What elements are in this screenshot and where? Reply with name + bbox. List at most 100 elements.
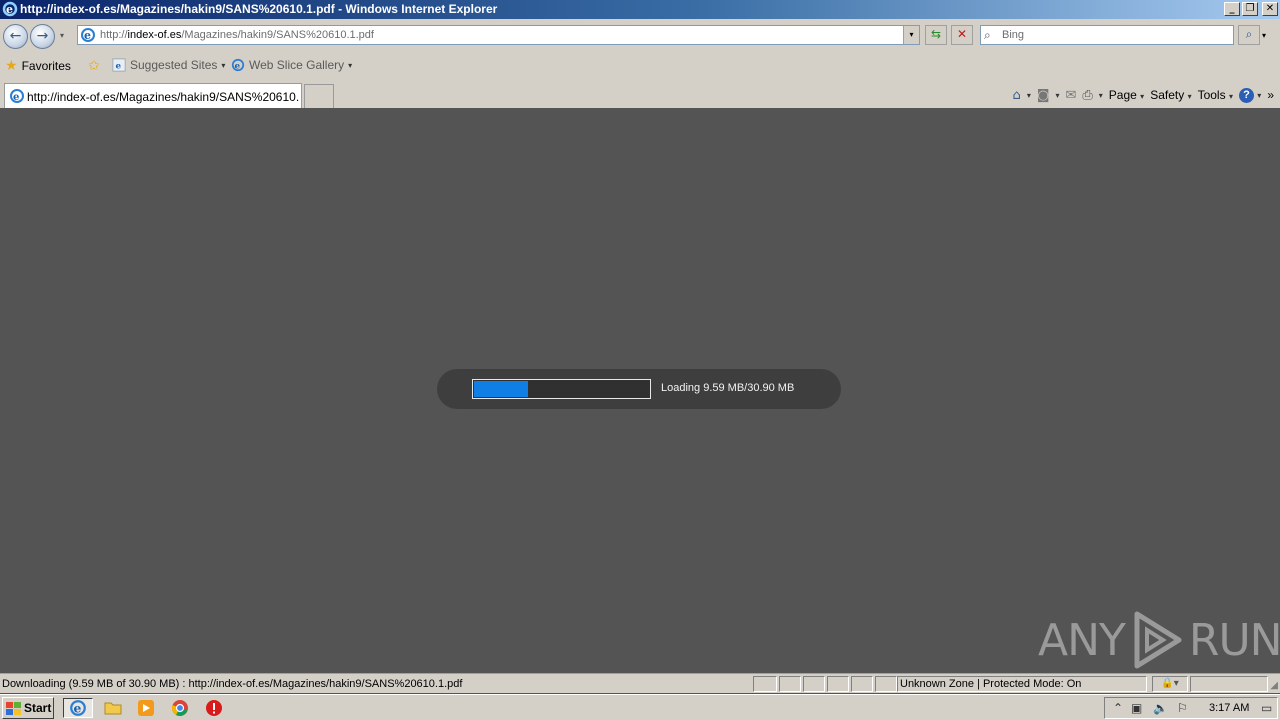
svg-text:e: e: [74, 701, 82, 716]
web-slice-gallery-label: Web Slice Gallery: [249, 58, 345, 72]
address-dropdown-button[interactable]: ▾: [903, 26, 919, 44]
tab-active[interactable]: e http://index-of.es/Magazines/hakin9/SA…: [4, 83, 302, 108]
safety-menu[interactable]: Safety ▾: [1150, 88, 1191, 102]
play-triangle-icon: [1134, 611, 1182, 669]
forward-arrow-icon: →: [36, 28, 49, 44]
favorites-star-icon: ★: [5, 58, 18, 74]
svg-text:e: e: [235, 62, 241, 72]
ie-logo-icon: e: [2, 1, 18, 17]
refresh-button[interactable]: ⇆: [925, 25, 947, 45]
home-icon[interactable]: ⌂: [1013, 88, 1021, 103]
search-box[interactable]: ⌕ Bing: [980, 25, 1234, 45]
status-cell: [779, 676, 801, 692]
page-caret-icon: ▾: [1140, 92, 1145, 101]
read-mail-icon[interactable]: ✉: [1065, 88, 1076, 103]
url-domain: index-of.es: [127, 29, 182, 41]
print-caret-icon[interactable]: ▾: [1099, 91, 1103, 100]
action-center-flag-icon[interactable]: ⚐: [1177, 701, 1188, 715]
rss-caret-icon[interactable]: ▾: [1055, 91, 1059, 100]
anyrun-watermark: ANY RUN: [1038, 610, 1280, 670]
status-cell: [827, 676, 849, 692]
suggested-sites-label: Suggested Sites: [130, 58, 218, 72]
svg-text:e: e: [6, 3, 13, 16]
favorites-label: Favorites: [21, 59, 71, 73]
help-icon: ?: [1238, 88, 1254, 103]
suggested-sites-link[interactable]: e Suggested Sites ▾: [112, 58, 225, 72]
search-provider-icon: ⌕: [984, 28, 991, 42]
zoom-level-button[interactable]: 🔒▾: [1152, 676, 1188, 692]
status-cell: [1190, 676, 1268, 692]
loading-status-text: Loading 9.59 MB/30.90 MB: [661, 382, 795, 394]
rss-feed-icon[interactable]: ◙: [1037, 88, 1050, 103]
browser-chrome: ← → ▾ e http://index-of.es/Magazines/hak…: [0, 19, 1280, 108]
url-prefix: http://: [100, 29, 128, 41]
windows-logo-icon: [6, 701, 21, 715]
status-bar: Downloading (9.59 MB of 30.90 MB) : http…: [0, 673, 1280, 693]
watermark-any-text: ANY: [1038, 614, 1126, 666]
show-hidden-icons-icon[interactable]: ⌃: [1113, 701, 1123, 715]
web-slice-caret-icon: ▾: [348, 60, 353, 70]
pdf-loading-indicator: Loading 9.59 MB/30.90 MB: [437, 369, 841, 409]
address-bar[interactable]: e http://index-of.es/Magazines/hakin9/SA…: [77, 25, 920, 45]
tools-menu-label: Tools: [1197, 88, 1226, 102]
tools-caret-icon: ▾: [1228, 92, 1233, 101]
watermark-run-text: RUN: [1188, 614, 1280, 666]
web-slice-gallery-link[interactable]: e Web Slice Gallery ▾: [231, 58, 352, 72]
taskbar-antivirus-button[interactable]: [199, 698, 229, 718]
tab-row: e http://index-of.es/Magazines/hakin9/SA…: [0, 81, 1280, 108]
loading-progress-bar: [472, 379, 651, 399]
recent-pages-dropdown[interactable]: ▾: [60, 31, 64, 40]
minimize-button[interactable]: _: [1224, 2, 1240, 16]
print-icon[interactable]: ⎙: [1082, 88, 1092, 103]
command-overflow-button[interactable]: »: [1267, 88, 1274, 102]
help-menu[interactable]: ? ▾: [1238, 87, 1261, 103]
ie-icon: e: [70, 700, 86, 716]
suggested-sites-caret-icon: ▾: [221, 60, 226, 70]
show-desktop-icon[interactable]: ▭: [1261, 701, 1272, 715]
favorites-button[interactable]: ★ Favorites: [5, 58, 71, 74]
window-title: http://index-of.es/Magazines/hakin9/SANS…: [20, 2, 498, 16]
back-arrow-icon: ←: [9, 28, 22, 44]
page-content: Loading 9.59 MB/30.90 MB: [0, 108, 1280, 673]
svg-text:e: e: [13, 92, 19, 103]
page-ie-icon: e: [81, 28, 95, 42]
taskbar-clock[interactable]: 3:17 AM: [1209, 702, 1249, 714]
start-label: Start: [24, 701, 52, 715]
antivirus-icon: [206, 700, 222, 716]
search-button[interactable]: ⌕: [1238, 25, 1260, 45]
taskbar-ie-button[interactable]: e: [63, 698, 93, 718]
start-button[interactable]: Start: [2, 697, 54, 719]
tab-title: http://index-of.es/Magazines/hakin9/SANS…: [27, 90, 299, 104]
favorites-bar: ★ Favorites ✩ e Suggested Sites ▾ e Web …: [0, 54, 1280, 78]
tools-menu[interactable]: Tools ▾: [1198, 88, 1233, 102]
forward-button[interactable]: →: [30, 24, 55, 49]
search-placeholder[interactable]: Bing: [1002, 29, 1024, 41]
restore-button[interactable]: ❐: [1242, 2, 1258, 16]
taskbar-explorer-button[interactable]: [98, 698, 128, 718]
status-cell: [803, 676, 825, 692]
url-path: /Magazines/hakin9/SANS%20610.1.pdf: [181, 29, 374, 41]
stop-button[interactable]: ✕: [951, 25, 973, 45]
tab-ie-icon: e: [10, 89, 24, 103]
window-controls: _ ❐ ✕: [1224, 2, 1278, 16]
status-cell: [851, 676, 873, 692]
chrome-icon: [171, 700, 188, 716]
safety-menu-label: Safety: [1150, 88, 1185, 102]
volume-icon[interactable]: 🔈: [1153, 701, 1168, 715]
home-caret-icon[interactable]: ▾: [1027, 91, 1031, 100]
new-tab-button[interactable]: [304, 84, 334, 108]
svg-text:e: e: [84, 29, 91, 42]
status-cell: [753, 676, 777, 692]
web-slice-ie-icon: e: [231, 58, 245, 72]
security-zone-text[interactable]: Unknown Zone | Protected Mode: On: [900, 678, 1081, 690]
resize-grip-icon[interactable]: ◢: [1270, 680, 1278, 691]
page-menu[interactable]: Page ▾: [1109, 88, 1144, 102]
add-to-favorites-bar-icon[interactable]: ✩: [88, 58, 100, 74]
taskbar-media-player-button[interactable]: [131, 698, 161, 718]
search-options-dropdown[interactable]: ▾: [1262, 31, 1266, 40]
address-url[interactable]: http://index-of.es/Magazines/hakin9/SANS…: [100, 29, 374, 41]
taskbar-chrome-button[interactable]: [165, 698, 195, 718]
network-icon[interactable]: ▣: [1131, 701, 1142, 715]
back-button[interactable]: ←: [3, 24, 28, 49]
close-button[interactable]: ✕: [1262, 2, 1278, 16]
